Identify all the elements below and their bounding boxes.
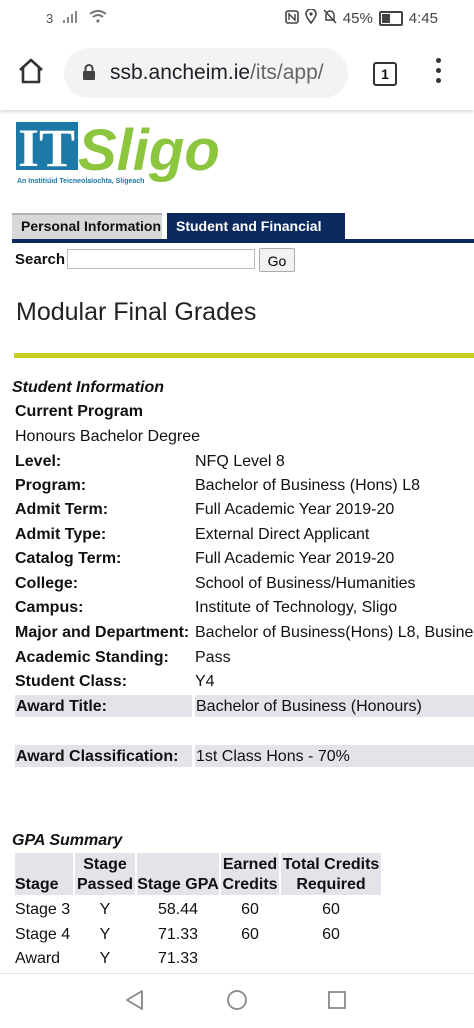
system-nav-bar [0, 973, 474, 1028]
award-title-label: Award Title: [15, 695, 192, 717]
gpa-cell-passed: Y [99, 926, 111, 943]
info-value: Full Academic Year 2019-20 [195, 501, 395, 518]
home-circle-icon[interactable] [226, 989, 248, 1016]
info-label: Student Class: [15, 673, 128, 690]
info-value: Bachelor of Business (Hons) L8 [195, 477, 420, 494]
svg-text:IT: IT [18, 118, 75, 178]
battery-icon [378, 11, 403, 26]
info-row-college: College: School of Business/Humanities [15, 572, 474, 596]
gpa-cell-gpa: 71.33 [157, 926, 199, 943]
gpa-cell-required: 60 [322, 901, 340, 918]
info-value: Y4 [195, 673, 215, 690]
nfc-icon [284, 9, 299, 28]
address-bar[interactable]: ssb.ancheim.ie/its/app/ [64, 48, 348, 98]
carrier-slot-label: 3 [46, 10, 54, 26]
gpa-cell-stage: Stage 3 [15, 901, 71, 918]
tab-switcher-button[interactable]: 1 [373, 62, 397, 86]
more-menu-icon[interactable] [428, 58, 448, 88]
info-row-major: Major and Department: Bachelor of Busines… [15, 621, 474, 645]
tab-personal-information[interactable]: Personal Information [12, 213, 162, 239]
info-row-class: Student Class: Y4 [15, 670, 474, 694]
svg-text:Sligo: Sligo [78, 118, 220, 183]
info-label: Major and Department: [15, 624, 190, 641]
info-value: Institute of Technology, Sligo [195, 599, 398, 616]
current-program-row: Current Program [15, 400, 474, 424]
info-label: Admit Term: [15, 501, 109, 518]
gpa-cell-required: 60 [322, 926, 340, 943]
gpa-header-total-credits: Total Credits Required [281, 853, 381, 895]
lock-icon [82, 64, 96, 81]
search-label: Search [15, 251, 66, 268]
gpa-cell-passed: Y [99, 901, 111, 918]
gpa-header-stage: Stage [15, 853, 73, 895]
wifi-icon [89, 10, 107, 26]
info-row-catalog-term: Catalog Term: Full Academic Year 2019-20 [15, 547, 474, 571]
info-value: Full Academic Year 2019-20 [195, 550, 395, 567]
info-label: Catalog Term: [15, 550, 122, 567]
student-info-heading: Student Information [12, 379, 164, 396]
signal-icon [63, 10, 79, 26]
info-value: External Direct Applicant [195, 526, 370, 543]
go-button[interactable]: Go [259, 248, 295, 272]
info-label: Level: [15, 453, 62, 470]
info-label: Campus: [15, 599, 84, 616]
url-path: /its/app/ [250, 61, 324, 84]
clock: 4:45 [408, 10, 438, 27]
award-classification-label: Award Classification: [15, 745, 192, 767]
it-sligo-logo[interactable]: IT Sligo An Institiúid Teicneolaíochta, … [14, 116, 264, 196]
info-label: Program: [15, 477, 87, 494]
recents-icon[interactable] [327, 990, 347, 1015]
nav-divider [12, 239, 474, 243]
gpa-summary-heading: GPA Summary [12, 832, 123, 849]
gpa-cell-gpa: 58.44 [157, 901, 199, 918]
info-label: Academic Standing: [15, 649, 169, 666]
award-title-row: Award Title: Bachelor of Business (Honour… [15, 695, 474, 719]
gpa-cell-passed: Y [99, 950, 111, 967]
info-row-campus: Campus: Institute of Technology, Sligo [15, 596, 474, 620]
info-row-program: Program: Bachelor of Business (Hons) L8 [15, 474, 474, 498]
current-program-label: Current Program [15, 403, 144, 420]
gpa-header-stage-passed: Stage Passed [75, 853, 135, 895]
info-value: School of Business/Humanities [195, 575, 416, 592]
logo-subtitle: An Institiúid Teicneolaíochta, Sligeach [17, 178, 144, 185]
info-label: College: [15, 575, 79, 592]
gpa-header-stage-gpa: Stage GPA [137, 853, 219, 895]
mute-icon [323, 9, 337, 28]
info-row-admit-type: Admit Type: External Direct Applicant [15, 523, 474, 547]
browser-toolbar: ssb.ancheim.ie/its/app/ 1 [0, 36, 474, 110]
award-classification-value: 1st Class Hons - 70% [195, 745, 474, 767]
info-value: NFQ Level 8 [195, 453, 285, 470]
current-program-value: Honours Bachelor Degree [15, 428, 200, 445]
title-divider [14, 353, 474, 358]
info-row-admit-term: Admit Term: Full Academic Year 2019-20 [15, 498, 474, 522]
url-host: ssb.ancheim.ie [110, 61, 251, 84]
search-input[interactable] [67, 249, 255, 269]
gpa-cell-stage: Stage 4 [15, 926, 71, 943]
back-icon[interactable] [124, 989, 146, 1016]
home-icon[interactable] [16, 56, 50, 90]
gpa-header-earned-credits: Earned Credits [221, 853, 279, 895]
info-value: Pass [195, 649, 231, 666]
info-row-standing: Academic Standing: Pass [15, 646, 474, 670]
battery-percent: 45% [342, 10, 373, 27]
award-classification-row: Award Classification: 1st Class Hons - 70… [15, 745, 474, 769]
status-bar: 3 45% 4:45 [0, 0, 474, 36]
info-row-level: Level: NFQ Level 8 [15, 450, 474, 474]
gpa-cell-stage: Award [15, 950, 61, 967]
info-label: Admit Type: [15, 526, 107, 543]
tab-student-financial-aid[interactable]: Student and Financial Aid [167, 213, 345, 256]
page-title: Modular Final Grades [16, 298, 257, 326]
award-title-value: Bachelor of Business (Honours) [195, 695, 474, 717]
gpa-cell-gpa: 71.33 [157, 950, 199, 967]
current-program-value-row: Honours Bachelor Degree [15, 425, 474, 449]
gpa-cell-earned: 60 [241, 926, 259, 943]
location-icon [304, 8, 317, 28]
info-value: Bachelor of Business(Hons) L8, Business [195, 624, 474, 641]
gpa-cell-earned: 60 [241, 901, 259, 918]
